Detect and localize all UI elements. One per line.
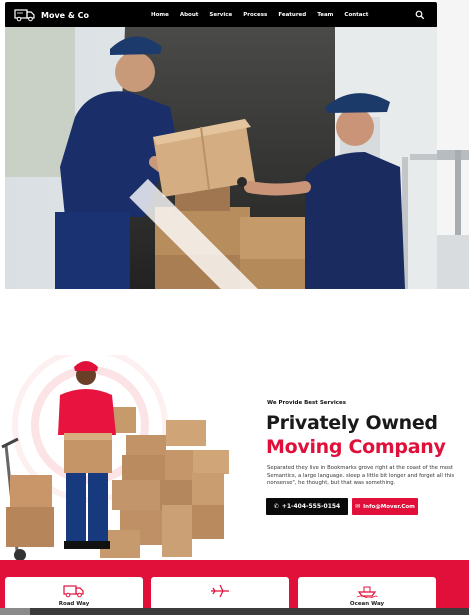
airplane-icon xyxy=(211,584,229,598)
nav-about[interactable]: About xyxy=(180,12,199,18)
brand-name: Move & Co xyxy=(41,10,90,20)
email-button[interactable]: ✉ Info@Mover.Com xyxy=(352,498,418,515)
section-tagline: We Provide Best Services xyxy=(267,400,346,406)
delivery-man-image xyxy=(0,347,245,565)
phone-button[interactable]: ✆ +1-404-555-0154 xyxy=(266,498,348,515)
truck-icon xyxy=(14,9,35,22)
mail-icon: ✉ xyxy=(355,503,361,510)
brand-logo[interactable]: Move & Co xyxy=(14,8,89,22)
chevron-right-icon[interactable] xyxy=(5,162,407,289)
service-label: Ocean Way xyxy=(349,601,385,607)
nav-service[interactable]: Service xyxy=(209,12,232,18)
headline-line-1: Privately Owned xyxy=(266,412,438,434)
service-label: Road Way xyxy=(58,601,90,607)
phone-label: +1-404-555-0154 xyxy=(281,503,341,510)
side-image-strip xyxy=(437,0,469,289)
truck-icon xyxy=(63,585,84,598)
navbar: Move & Co Home About Service Process Fea… xyxy=(5,2,437,28)
nav-contact[interactable]: Contact xyxy=(344,12,368,18)
phone-icon: ✆ xyxy=(273,503,279,510)
nav-home[interactable]: Home xyxy=(151,12,169,18)
email-label: Info@Mover.Com xyxy=(363,503,415,510)
ship-icon xyxy=(356,586,378,598)
nav-featured[interactable]: Featured xyxy=(278,12,306,18)
headline-line-2: Moving Company xyxy=(266,436,446,458)
scrollbar-thumb[interactable] xyxy=(0,608,30,615)
horizontal-scrollbar[interactable] xyxy=(0,608,469,615)
search-icon[interactable] xyxy=(415,10,425,20)
about-body-text: Separated they live in Bookmarks grove r… xyxy=(267,465,455,487)
nav-process[interactable]: Process xyxy=(243,12,267,18)
nav-team[interactable]: Team xyxy=(317,12,333,18)
main-menu: Home About Service Process Featured Team… xyxy=(151,2,379,28)
hero-image xyxy=(5,27,437,289)
